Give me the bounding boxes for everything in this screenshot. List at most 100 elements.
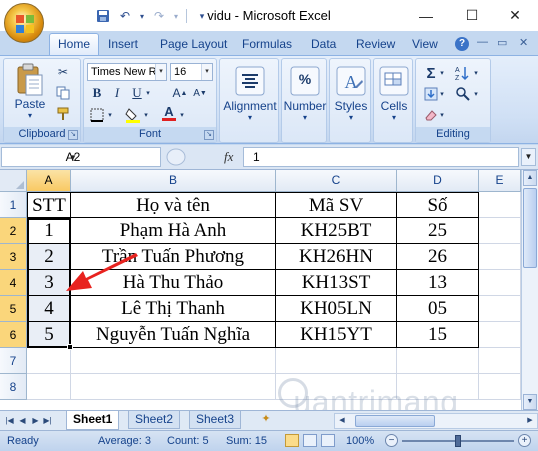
table-cell[interactable]: 3 xyxy=(27,270,71,296)
name-box[interactable]: A2 ▼ xyxy=(1,147,161,167)
table-cell[interactable] xyxy=(27,348,71,374)
prev-sheet-icon[interactable]: ◀ xyxy=(17,414,28,427)
close-button[interactable]: ✕ xyxy=(492,0,538,31)
zoom-slider-thumb[interactable] xyxy=(455,435,461,447)
table-cell[interactable] xyxy=(27,374,71,400)
scroll-left-icon[interactable]: ◀ xyxy=(335,414,349,428)
table-cell[interactable]: KH13ST xyxy=(276,270,397,296)
tab-data[interactable]: Data xyxy=(311,35,336,55)
name-box-dropdown-icon[interactable]: ▼ xyxy=(2,153,144,162)
next-sheet-icon[interactable]: ▶ xyxy=(30,414,41,427)
table-header-cell[interactable]: Họ và tên xyxy=(71,192,276,218)
autosum-dropdown-icon[interactable]: ▾ xyxy=(438,64,446,82)
bold-button[interactable]: B xyxy=(88,84,106,102)
underline-dropdown-icon[interactable]: ▾ xyxy=(144,84,152,102)
column-header-b[interactable]: B xyxy=(71,170,276,192)
fill-color-icon[interactable] xyxy=(124,106,142,124)
table-cell[interactable]: 1 xyxy=(27,218,71,244)
font-name-dropdown-icon[interactable]: ▾ xyxy=(155,64,166,80)
row-header[interactable]: 8 xyxy=(0,374,27,400)
tab-insert[interactable]: Insert xyxy=(108,35,138,55)
copy-icon[interactable] xyxy=(54,84,72,102)
fill-color-dropdown-icon[interactable]: ▾ xyxy=(142,106,150,124)
row-header[interactable]: 5 xyxy=(0,296,27,322)
find-select-icon[interactable] xyxy=(454,85,472,103)
table-cell[interactable]: 15 xyxy=(397,322,479,348)
zoom-in-icon[interactable]: + xyxy=(518,434,531,447)
font-size-dropdown-icon[interactable]: ▾ xyxy=(201,64,212,80)
clipboard-launcher-icon[interactable]: ↘ xyxy=(68,130,78,140)
table-cell[interactable] xyxy=(479,270,521,296)
table-cell[interactable]: 25 xyxy=(397,218,479,244)
tab-page-layout[interactable]: Page Layout xyxy=(160,35,227,55)
font-name-input[interactable]: Times New Ro ▾ xyxy=(87,63,167,81)
normal-view-icon[interactable] xyxy=(285,434,299,447)
table-cell[interactable] xyxy=(71,374,276,400)
table-cell[interactable] xyxy=(479,192,521,218)
row-header[interactable]: 3 xyxy=(0,244,27,270)
formula-input[interactable]: 1 xyxy=(243,147,519,167)
row-header[interactable]: 7 xyxy=(0,348,27,374)
last-sheet-icon[interactable]: ▶| xyxy=(42,414,53,427)
ribbon-minimize-icon[interactable]: — xyxy=(477,36,488,48)
font-launcher-icon[interactable]: ↘ xyxy=(204,130,214,140)
font-color-icon[interactable]: A xyxy=(160,104,178,122)
page-break-view-icon[interactable] xyxy=(321,434,335,447)
minimize-button[interactable]: — xyxy=(403,0,449,31)
fill-handle[interactable] xyxy=(67,344,73,350)
table-cell[interactable] xyxy=(479,374,521,400)
formula-expand-icon[interactable]: ▼ xyxy=(521,148,536,166)
table-cell[interactable]: 2 xyxy=(27,244,71,270)
borders-icon[interactable] xyxy=(88,106,106,124)
tab-formulas[interactable]: Formulas xyxy=(242,35,292,55)
table-cell[interactable] xyxy=(71,348,276,374)
sheet-tab-sheet1[interactable]: Sheet1 xyxy=(66,411,120,430)
cut-icon[interactable]: ✂ xyxy=(54,63,72,81)
horizontal-scroll-thumb[interactable] xyxy=(355,415,435,427)
office-button[interactable] xyxy=(4,3,44,43)
help-icon[interactable]: ? xyxy=(455,37,469,51)
table-cell[interactable]: KH05LN xyxy=(276,296,397,322)
font-grow-icon[interactable]: A ▲ xyxy=(171,84,189,102)
table-cell[interactable]: KH26HN xyxy=(276,244,397,270)
paste-dropdown-icon[interactable]: ▾ xyxy=(8,111,52,120)
find-select-dropdown-icon[interactable]: ▾ xyxy=(472,85,480,103)
table-cell[interactable]: KH25BT xyxy=(276,218,397,244)
sort-filter-dropdown-icon[interactable]: ▾ xyxy=(472,64,480,82)
font-shrink-icon[interactable]: A ▼ xyxy=(191,84,209,102)
ribbon-close-icon[interactable]: ✕ xyxy=(519,36,528,49)
zoom-out-icon[interactable]: − xyxy=(385,434,398,447)
page-layout-view-icon[interactable] xyxy=(303,434,317,447)
maximize-button[interactable]: ☐ xyxy=(449,0,495,31)
table-cell[interactable]: Nguyễn Tuấn Nghĩa xyxy=(71,322,276,348)
row-header[interactable]: 1 xyxy=(0,192,27,218)
tab-view[interactable]: View xyxy=(412,35,438,55)
table-cell[interactable]: Hà Thu Thảo xyxy=(71,270,276,296)
sheet-tab-sheet2[interactable]: Sheet2 xyxy=(128,411,181,429)
zoom-level[interactable]: 100% xyxy=(346,435,374,447)
formula-bar-resize-handle[interactable] xyxy=(165,148,187,166)
table-header-cell[interactable]: Số xyxy=(397,192,479,218)
ribbon-restore-icon[interactable]: ▭ xyxy=(497,36,507,49)
row-header[interactable]: 4 xyxy=(0,270,27,296)
horizontal-scrollbar[interactable]: ◀ ▶ xyxy=(334,413,538,429)
italic-button[interactable]: I xyxy=(108,84,126,102)
column-header-a[interactable]: A xyxy=(27,170,71,192)
table-header-cell[interactable]: Mã SV xyxy=(276,192,397,218)
fill-dropdown-icon[interactable]: ▾ xyxy=(438,85,446,103)
table-header-cell[interactable]: STT xyxy=(27,192,71,218)
table-cell[interactable]: 26 xyxy=(397,244,479,270)
clear-dropdown-icon[interactable]: ▾ xyxy=(438,106,446,124)
scroll-right-icon[interactable]: ▶ xyxy=(523,414,537,428)
tab-home[interactable]: Home xyxy=(49,33,100,56)
cells-button[interactable]: Cells ▾ xyxy=(375,65,413,122)
styles-button[interactable]: A Styles ▾ xyxy=(331,65,371,122)
font-size-input[interactable]: 16 ▾ xyxy=(170,63,213,81)
insert-sheet-icon[interactable]: ✦ xyxy=(258,412,274,427)
table-cell[interactable] xyxy=(276,348,397,374)
row-header[interactable]: 6 xyxy=(0,322,27,348)
table-cell[interactable]: Trần Tuấn Phương xyxy=(71,244,276,270)
paste-button[interactable]: Paste ▾ xyxy=(8,63,52,120)
vertical-scrollbar[interactable]: ▲ ▼ xyxy=(521,170,538,411)
alignment-button[interactable]: Alignment ▾ xyxy=(222,65,278,122)
